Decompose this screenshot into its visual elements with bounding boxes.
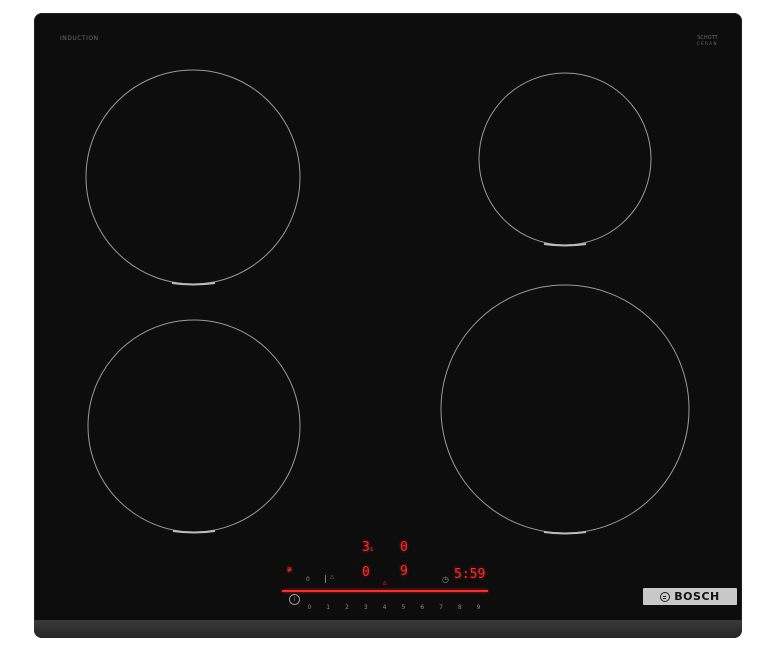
zone-marker-back-right: [543, 243, 587, 247]
slider-step-0[interactable]: 0: [300, 604, 319, 611]
child-lock-icon[interactable]: △: [330, 574, 334, 580]
slider-step-4[interactable]: 4: [375, 604, 394, 611]
induction-label: INDUCTION: [60, 35, 99, 44]
slider-step-7[interactable]: 7: [432, 604, 451, 611]
glass-brand-label: SCHOTT CERAN: [697, 35, 718, 47]
timer-display: 5:59: [454, 567, 486, 582]
cooking-zone-back-right[interactable]: [478, 72, 652, 246]
induction-text: INDUCTION: [60, 35, 99, 42]
warning-icon: △: [383, 579, 387, 586]
touch-slider-line[interactable]: [282, 590, 488, 592]
timer-icon[interactable]: ◷: [442, 575, 449, 584]
slider-step-3[interactable]: 3: [356, 604, 375, 611]
bosch-logo-icon: [660, 591, 671, 602]
zone-marker-top-left: [171, 282, 216, 286]
zone-level-display-bottom-left: 0: [362, 565, 370, 580]
power-level-label: 0: [306, 576, 310, 583]
brand-name: BOSCH: [674, 590, 720, 603]
brand-badge: BOSCH: [643, 588, 737, 605]
zone-level-display-top-left: 3s: [362, 540, 374, 555]
zone-marker-front-right: [543, 531, 587, 535]
slider-step-9[interactable]: 9: [469, 604, 488, 611]
cooktop-front-edge: [34, 620, 742, 638]
wifi-icon[interactable]: ≇: [287, 565, 292, 574]
induction-cooktop: INDUCTION SCHOTT CERAN 3s 0 0 9 ≇ 0 △ △ …: [34, 13, 742, 638]
touch-slider-scale[interactable]: 0 1 2 3 4 5 6 7 8 9: [300, 604, 488, 611]
power-indicator[interactable]: 0: [306, 576, 310, 583]
info-icon[interactable]: i: [289, 594, 300, 605]
slider-step-5[interactable]: 5: [394, 604, 413, 611]
zone-level-display-top-right: 0: [400, 540, 408, 555]
slider-step-2[interactable]: 2: [338, 604, 357, 611]
cooking-zone-front-left-top[interactable]: [85, 69, 301, 285]
divider: [325, 575, 326, 583]
zone-marker-front-left: [172, 530, 216, 534]
cooking-zones: [85, 69, 690, 535]
zone-level-display-bottom-right: 9: [400, 564, 408, 579]
slider-step-6[interactable]: 6: [413, 604, 432, 611]
slider-step-8[interactable]: 8: [450, 604, 469, 611]
slider-step-1[interactable]: 1: [319, 604, 338, 611]
cooking-zone-front-left[interactable]: [87, 319, 301, 533]
glass-brand-line2: CERAN: [696, 41, 718, 46]
cooking-zone-front-right[interactable]: [440, 284, 690, 534]
